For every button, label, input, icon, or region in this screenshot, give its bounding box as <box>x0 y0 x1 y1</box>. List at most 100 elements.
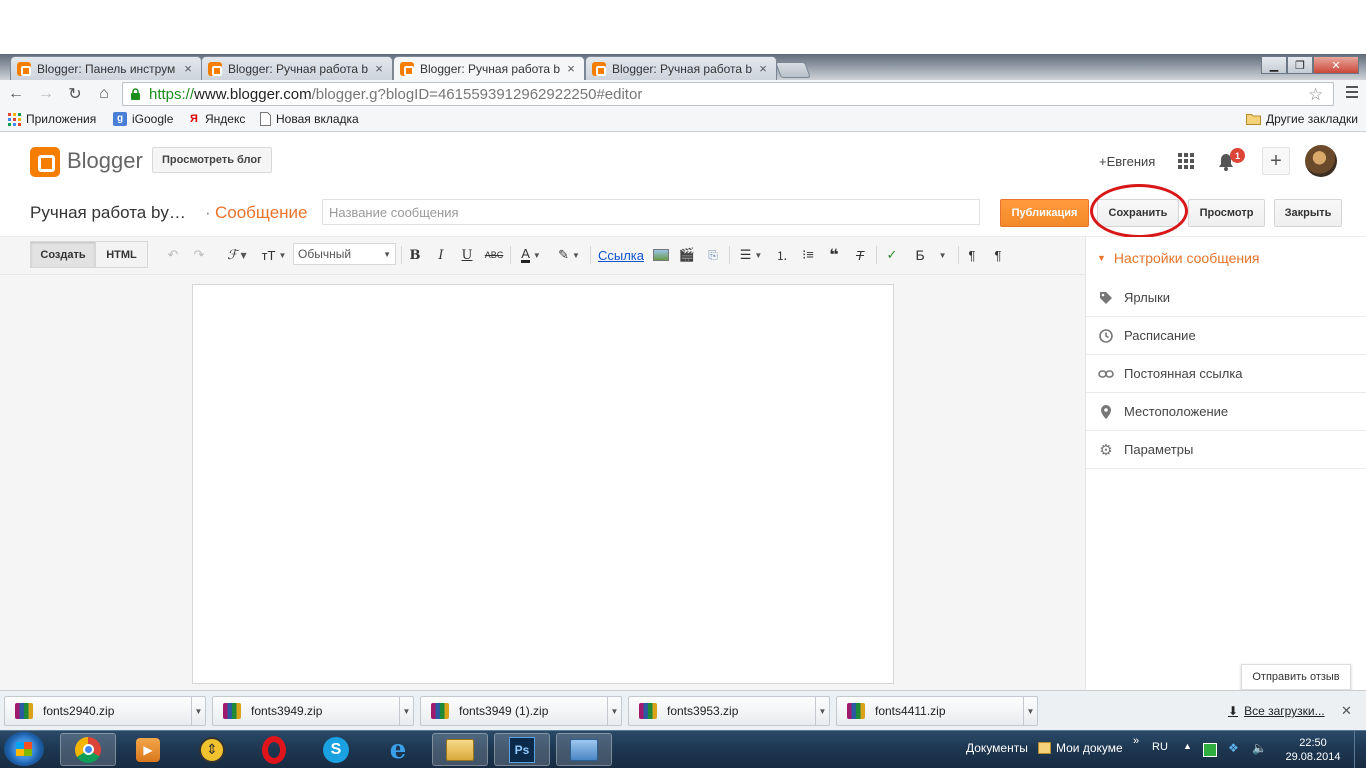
forward-arrow-icon[interactable]: → <box>36 84 56 104</box>
chevron-down-icon[interactable]: ▼ <box>399 697 413 725</box>
taskbar-skype[interactable]: S <box>308 733 364 766</box>
taskbar-remote-desktop[interactable] <box>556 733 612 766</box>
tab-handmade-3[interactable]: Blogger: Ручная работа b × <box>585 56 777 80</box>
strikethrough-icon[interactable]: ABC <box>484 246 504 264</box>
chevron-down-icon[interactable]: ▼ <box>607 697 621 725</box>
sidebar-item-location[interactable]: Местоположение <box>1086 393 1366 431</box>
font-size-icon[interactable]: тT ▼ <box>258 246 290 264</box>
taskbar-media-player[interactable]: ▶ <box>120 733 176 766</box>
volume-icon[interactable]: 🔈 <box>1252 741 1267 755</box>
taskbar-photoshop[interactable]: Ps <box>494 733 550 766</box>
tab-dashboard[interactable]: Blogger: Панель инструм × <box>10 56 202 80</box>
taskbar-chrome[interactable] <box>60 733 116 766</box>
bookmark-yandex[interactable]: Я Яндекс <box>188 112 245 126</box>
blogger-brand[interactable]: Blogger <box>67 148 143 174</box>
close-button[interactable]: Закрыть <box>1274 199 1342 227</box>
insert-jump-break-icon[interactable]: ⎘ <box>704 246 722 264</box>
tab-handmade-1[interactable]: Blogger: Ручная работа b × <box>201 56 393 80</box>
publish-button[interactable]: Публикация <box>1000 199 1089 227</box>
bookmark-igoogle[interactable]: g iGoogle <box>113 112 173 126</box>
italic-icon[interactable]: I <box>433 246 449 264</box>
language-indicator[interactable]: RU <box>1152 741 1168 753</box>
tab-handmade-active[interactable]: Blogger: Ручная работа b × <box>393 56 585 80</box>
other-bookmarks[interactable]: Другие закладки <box>1246 112 1358 126</box>
bookmark-new-tab[interactable]: Новая вкладка <box>260 112 359 126</box>
reload-icon[interactable]: ↻ <box>65 84 85 104</box>
address-bar[interactable]: https://www.blogger.com/blogger.g?blogID… <box>122 82 1334 106</box>
blogger-logo-icon[interactable] <box>30 147 60 177</box>
bookmark-apps[interactable]: Приложения <box>8 112 96 126</box>
minimize-button[interactable]: ▁ <box>1261 56 1287 74</box>
tab-close-icon[interactable]: × <box>756 61 770 76</box>
download-item[interactable]: fonts3949 (1).zip ▼ <box>420 696 622 726</box>
maximize-button[interactable]: ❐ <box>1287 56 1313 74</box>
bulleted-list-icon[interactable]: ⁝≡ <box>799 246 817 264</box>
undo-icon[interactable]: ↶ <box>164 246 182 264</box>
chevron-down-icon[interactable]: ▼ <box>1023 697 1037 725</box>
redo-icon[interactable]: ↷ <box>190 246 208 264</box>
avatar[interactable] <box>1305 145 1337 177</box>
insert-video-icon[interactable]: 🎬 <box>678 246 696 264</box>
chrome-menu-icon[interactable] <box>1346 86 1358 100</box>
share-plus-button[interactable]: + <box>1262 147 1290 175</box>
clear-formatting-icon[interactable]: T <box>851 246 869 264</box>
download-item[interactable]: fonts2940.zip ▼ <box>4 696 206 726</box>
sidebar-item-permalink[interactable]: Постоянная ссылка <box>1086 355 1366 393</box>
sidebar-item-schedule[interactable]: Расписание <box>1086 317 1366 355</box>
sidebar-item-labels[interactable]: Ярлыки <box>1086 279 1366 317</box>
taskbar-opera[interactable] <box>246 733 302 766</box>
download-item[interactable]: fonts4411.zip ▼ <box>836 696 1038 726</box>
download-item[interactable]: fonts3949.zip ▼ <box>212 696 414 726</box>
taskbar-internet-explorer[interactable]: e <box>370 733 426 766</box>
bold-icon[interactable]: B <box>407 246 423 264</box>
chevron-down-icon[interactable]: ▼ <box>815 697 829 725</box>
show-all-downloads-link[interactable]: ⬇ Все загрузки... <box>1228 704 1325 718</box>
ltr-direction-icon[interactable]: ¶ <box>963 246 981 264</box>
bookmark-star-icon[interactable]: ☆ <box>1308 85 1323 105</box>
tab-close-icon[interactable]: × <box>372 61 386 76</box>
system-clock[interactable]: 22:50 29.08.2014 <box>1285 736 1341 764</box>
compose-mode-button[interactable]: Создать <box>30 241 96 268</box>
rtl-direction-icon[interactable]: ¶ <box>989 246 1007 264</box>
save-button[interactable]: Сохранить <box>1097 199 1179 227</box>
font-family-icon[interactable]: ℱ ▼ <box>222 246 252 264</box>
network-status-icon[interactable] <box>1203 743 1217 757</box>
sidebar-item-options[interactable]: ⚙ Параметры <box>1086 431 1366 469</box>
show-hidden-icons-icon[interactable]: ▲ <box>1183 741 1192 751</box>
view-blog-button[interactable]: Просмотреть блог <box>152 147 272 173</box>
download-item[interactable]: fonts3953.zip ▼ <box>628 696 830 726</box>
home-icon[interactable]: ⌂ <box>94 84 114 104</box>
docs-window-button[interactable]: Мои докуме <box>1038 741 1123 755</box>
post-title-input[interactable]: Название сообщения <box>322 199 980 225</box>
docs-toolbar-label[interactable]: Документы <box>966 741 1028 755</box>
start-button[interactable] <box>4 732 44 766</box>
blockquote-icon[interactable]: ❝ <box>825 246 843 264</box>
tab-close-icon[interactable]: × <box>564 61 578 76</box>
tab-close-icon[interactable]: × <box>181 61 195 76</box>
align-icon[interactable]: ☰ ▼ <box>737 246 765 264</box>
taskbar-download-manager[interactable]: ⇕ <box>184 733 240 766</box>
toolbar-overflow-icon[interactable]: » <box>1133 735 1139 747</box>
insert-image-icon[interactable] <box>652 246 670 264</box>
numbered-list-icon[interactable]: ⒈ <box>773 246 791 264</box>
format-select[interactable]: Обычный ▼ <box>293 243 396 265</box>
back-arrow-icon[interactable]: ← <box>6 84 26 104</box>
send-feedback-button[interactable]: Отправить отзыв <box>1241 664 1351 690</box>
post-body-editor[interactable] <box>192 284 894 684</box>
dropbox-icon[interactable]: ❖ <box>1228 741 1239 755</box>
close-download-shelf-icon[interactable]: ✕ <box>1341 703 1352 719</box>
html-mode-button[interactable]: HTML <box>95 241 148 268</box>
highlight-color-icon[interactable]: ✎ ▼ <box>554 246 584 264</box>
link-button[interactable]: Ссылка <box>597 246 645 264</box>
chevron-down-icon[interactable]: ▼ <box>191 697 205 725</box>
new-tab-button[interactable] <box>775 62 811 78</box>
text-color-icon[interactable]: A ▼ <box>516 246 546 264</box>
window-close-button[interactable]: ✕ <box>1313 56 1359 74</box>
show-desktop-button[interactable] <box>1354 730 1366 768</box>
post-settings-header[interactable]: ▼ Настройки сообщения <box>1097 250 1260 266</box>
transliteration-button[interactable]: Б ▼ <box>909 246 953 264</box>
preview-button[interactable]: Просмотр <box>1188 199 1265 227</box>
google-apps-icon[interactable] <box>1178 153 1194 169</box>
taskbar-explorer[interactable] <box>432 733 488 766</box>
spellcheck-icon[interactable]: ✓ <box>883 246 901 264</box>
